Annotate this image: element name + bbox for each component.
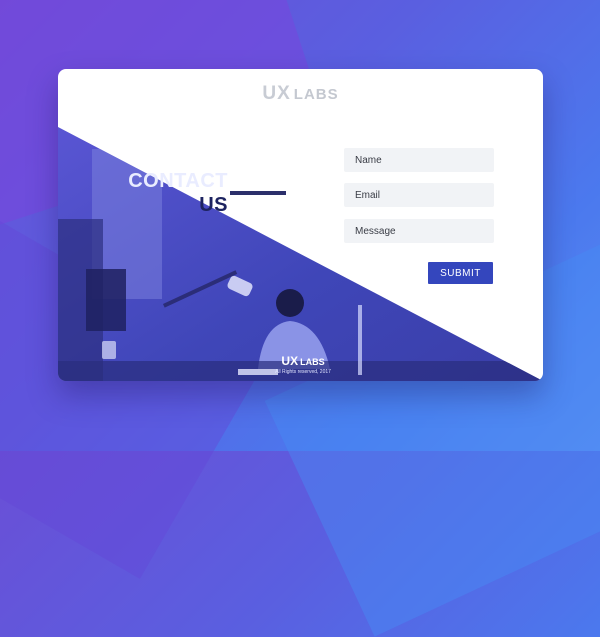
contact-title-line1: CONTACT xyxy=(128,170,228,192)
title-divider xyxy=(230,191,286,195)
logo-name: LABS xyxy=(293,86,339,103)
submit-button[interactable]: SUBMIT xyxy=(428,262,493,284)
footer-logo-mark: UX xyxy=(281,354,299,368)
name-field[interactable] xyxy=(344,148,494,172)
footer-logo-name: LABS xyxy=(300,357,325,367)
contact-card: UXLABS CONTACT US SUBMIT UXLABS All Righ… xyxy=(58,69,543,381)
message-field[interactable] xyxy=(344,219,494,243)
contact-title: CONTACT US xyxy=(126,169,228,217)
copyright-text: All Rights reserved, 2017 xyxy=(275,369,331,375)
email-field[interactable] xyxy=(344,183,494,207)
header-logo: UX LABS xyxy=(58,83,543,105)
logo-mark: UX xyxy=(262,83,291,104)
contact-title-line2: US xyxy=(199,194,228,216)
footer-logo: UX LABS xyxy=(258,352,348,370)
